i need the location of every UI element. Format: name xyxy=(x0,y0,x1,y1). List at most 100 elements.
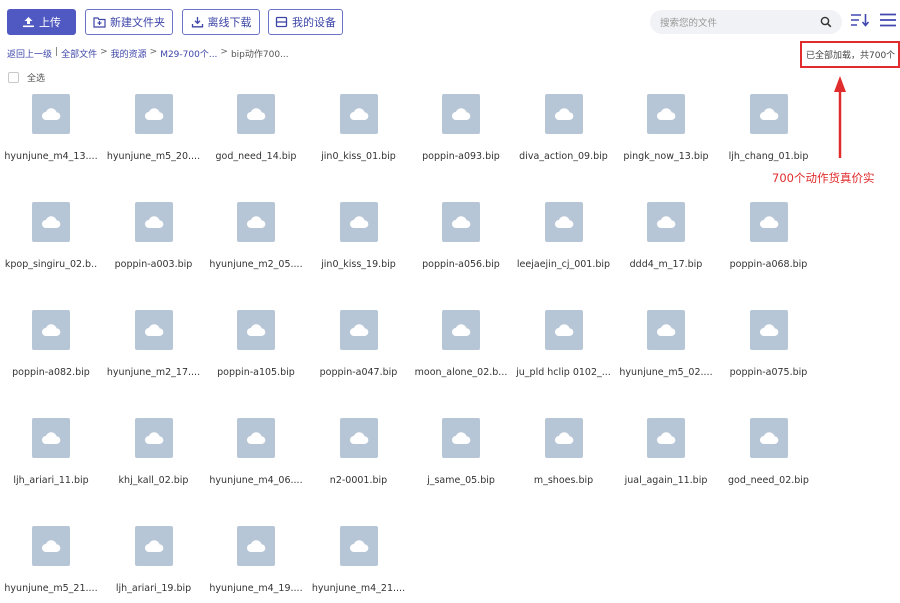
file-cloud-icon xyxy=(32,526,70,566)
file-cloud-icon xyxy=(647,94,685,134)
file-name: hyunjune_m4_13.... xyxy=(4,151,98,162)
search-input[interactable]: 搜索您的文件 xyxy=(660,15,820,29)
annotation-text: 700个动作货真价实 xyxy=(772,171,875,185)
file-item[interactable]: god_need_02.bip xyxy=(718,416,820,516)
menu-icon[interactable] xyxy=(879,12,897,32)
file-name: n2-0001.bip xyxy=(329,475,388,486)
file-name: ljh_chang_01.bip xyxy=(728,151,809,162)
file-cloud-icon xyxy=(237,202,275,242)
file-name: poppin-a075.bip xyxy=(729,367,808,378)
breadcrumb-separator: > xyxy=(149,47,158,57)
my-device-button[interactable]: 我的设备 xyxy=(268,9,343,35)
select-all-label: 全选 xyxy=(27,74,46,84)
file-cloud-icon xyxy=(442,94,480,134)
search-box[interactable]: 搜索您的文件 xyxy=(650,10,842,34)
breadcrumb-separator: > xyxy=(100,47,108,57)
search-icon[interactable] xyxy=(820,16,832,28)
file-item[interactable]: n2-0001.bip xyxy=(308,416,410,516)
file-item[interactable]: hyunjune_m4_21.... xyxy=(308,524,410,603)
upload-button[interactable]: 上传 xyxy=(7,9,76,35)
file-cloud-icon xyxy=(339,310,378,350)
breadcrumb-separator: > xyxy=(220,47,228,57)
file-cloud-icon xyxy=(442,310,480,350)
file-item[interactable]: leejaejin_cj_001.bip xyxy=(513,200,615,300)
upload-label: 上传 xyxy=(39,16,61,29)
file-item[interactable]: poppin-a047.bip xyxy=(308,308,410,408)
file-name: god_need_02.bip xyxy=(728,475,809,486)
file-cloud-icon xyxy=(32,202,70,242)
file-item[interactable]: jin0_kiss_01.bip xyxy=(308,92,410,192)
file-cloud-icon xyxy=(237,310,275,350)
file-cloud-icon xyxy=(749,418,788,458)
file-item[interactable]: poppin-a105.bip xyxy=(205,308,307,408)
file-cloud-icon xyxy=(32,418,70,458)
file-cloud-icon xyxy=(134,94,173,134)
file-item[interactable]: ddd4_m_17.bip xyxy=(615,200,717,300)
select-all-checkbox[interactable] xyxy=(8,72,19,83)
breadcrumb-all-files[interactable]: 全部文件 xyxy=(61,47,97,60)
select-all[interactable]: 全选 xyxy=(8,71,45,84)
file-item[interactable]: poppin-a093.bip xyxy=(410,92,512,192)
sort-icon[interactable] xyxy=(850,12,870,32)
file-name: hyunjune_m5_20.... xyxy=(106,151,201,162)
file-item[interactable]: poppin-a056.bip xyxy=(410,200,512,300)
file-cloud-icon xyxy=(134,310,173,350)
file-name: poppin-a105.bip xyxy=(217,367,295,378)
breadcrumb-back-link[interactable]: 返回上一级 xyxy=(7,47,52,60)
breadcrumb-current-folder: bip动作700... xyxy=(230,50,289,60)
file-cloud-icon xyxy=(544,94,583,134)
file-cloud-icon xyxy=(339,202,378,242)
breadcrumb-my-resources[interactable]: 我的资源 xyxy=(111,47,147,60)
breadcrumb-folder-m29[interactable]: M29-700个... xyxy=(160,47,217,60)
file-item[interactable]: jin0_kiss_19.bip xyxy=(308,200,410,300)
annotation-arrow xyxy=(830,74,850,164)
file-item[interactable]: moon_alone_02.b... xyxy=(410,308,512,408)
file-cloud-icon xyxy=(442,418,480,458)
file-item[interactable]: poppin-a003.bip xyxy=(103,200,205,300)
file-item[interactable]: m_shoes.bip xyxy=(513,416,615,516)
file-item[interactable]: kpop_singiru_02.b.. xyxy=(0,200,102,300)
file-item[interactable]: hyunjune_m5_02.... xyxy=(615,308,717,408)
file-item[interactable]: hyunjune_m2_17.... xyxy=(103,308,205,408)
file-item[interactable]: poppin-a068.bip xyxy=(718,200,820,300)
file-item[interactable]: poppin-a082.bip xyxy=(0,308,102,408)
file-name: j_same_05.bip xyxy=(427,475,495,486)
file-item[interactable]: hyunjune_m5_20.... xyxy=(103,92,205,192)
file-name: ljh_ariari_11.bip xyxy=(13,475,89,486)
file-item[interactable]: ljh_ariari_11.bip xyxy=(0,416,102,516)
upload-icon xyxy=(22,16,35,28)
file-cloud-icon xyxy=(749,310,788,350)
new-folder-button[interactable]: 新建文件夹 xyxy=(85,9,173,35)
file-item[interactable]: poppin-a075.bip xyxy=(718,308,820,408)
file-cloud-icon xyxy=(647,202,685,242)
file-name: moon_alone_02.b... xyxy=(414,367,508,378)
file-item[interactable]: ju_pld hclip 0102_... xyxy=(513,308,615,408)
device-icon xyxy=(275,16,288,28)
new-folder-label: 新建文件夹 xyxy=(110,16,165,29)
file-item[interactable]: j_same_05.bip xyxy=(410,416,512,516)
file-item[interactable]: hyunjune_m2_05.... xyxy=(205,200,307,300)
file-name: ddd4_m_17.bip xyxy=(629,259,703,270)
file-item[interactable]: khj_kall_02.bip xyxy=(103,416,205,516)
offline-download-button[interactable]: 离线下载 xyxy=(182,9,260,35)
file-cloud-icon xyxy=(544,202,583,242)
load-status: 已全部加载，共700个 xyxy=(800,41,900,68)
file-item[interactable]: hyunjune_m5_21.... xyxy=(0,524,102,603)
file-item[interactable]: ljh_ariari_19.bip xyxy=(103,524,205,603)
new-folder-icon xyxy=(93,16,106,28)
file-item[interactable]: hyunjune_m4_13.... xyxy=(0,92,102,192)
file-item[interactable]: hyunjune_m4_19.... xyxy=(205,524,307,603)
file-item[interactable]: jual_again_11.bip xyxy=(615,416,717,516)
file-name: hyunjune_m2_05.... xyxy=(209,259,303,270)
file-item[interactable]: diva_action_09.bip xyxy=(513,92,615,192)
file-cloud-icon xyxy=(134,526,173,566)
file-name: ljh_ariari_19.bip xyxy=(115,583,192,594)
file-item[interactable]: hyunjune_m4_06.... xyxy=(205,416,307,516)
file-name: khj_kall_02.bip xyxy=(118,475,189,486)
file-cloud-icon xyxy=(339,94,378,134)
file-name: m_shoes.bip xyxy=(533,475,594,486)
file-name: hyunjune_m4_19.... xyxy=(209,583,303,594)
file-item[interactable]: pingk_now_13.bip xyxy=(615,92,717,192)
toolbar: 上传 新建文件夹 离线下载 我的设备 搜索您的文件 xyxy=(0,0,900,42)
file-item[interactable]: god_need_14.bip xyxy=(205,92,307,192)
